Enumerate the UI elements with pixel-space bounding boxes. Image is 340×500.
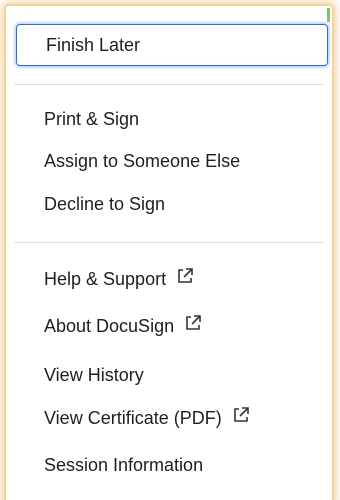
menu-item-label: Print & Sign: [44, 108, 140, 129]
menu-item-print-and-sign[interactable]: Print & Sign: [6, 99, 332, 139]
menu-item-label: View Certificate (PDF): [44, 407, 222, 428]
external-link-icon: [176, 267, 194, 285]
green-accent-bar: [327, 8, 330, 22]
menu-item-help-and-support[interactable]: Help & Support: [6, 259, 332, 299]
menu-item-finish-later[interactable]: Finish Later: [16, 24, 328, 66]
menu-item-label: Help & Support: [44, 268, 167, 289]
menu-item-view-certificate[interactable]: View Certificate (PDF): [6, 398, 332, 438]
external-link-icon: [184, 314, 202, 332]
menu-item-label: Decline to Sign: [44, 193, 166, 214]
menu-item-label: Finish Later: [46, 34, 141, 55]
menu-item-label: Session Information: [44, 454, 204, 475]
external-link-icon: [232, 406, 250, 424]
menu-item-label: About DocuSign: [44, 315, 175, 336]
menu-item-decline-to-sign[interactable]: Decline to Sign: [6, 184, 332, 224]
menu-item-about-docusign[interactable]: About DocuSign: [6, 306, 332, 346]
menu-item-label: View History: [44, 364, 144, 385]
menu-item-assign-to-someone-else[interactable]: Assign to Someone Else: [6, 141, 332, 181]
actions-menu: Finish Later Print & Sign Assign to Some…: [6, 6, 332, 500]
menu-item-view-history[interactable]: View History: [6, 355, 332, 395]
menu-item-session-information[interactable]: Session Information: [6, 445, 332, 485]
menu-divider: [14, 84, 324, 85]
menu-divider: [14, 242, 324, 243]
menu-item-label: Assign to Someone Else: [44, 150, 241, 171]
